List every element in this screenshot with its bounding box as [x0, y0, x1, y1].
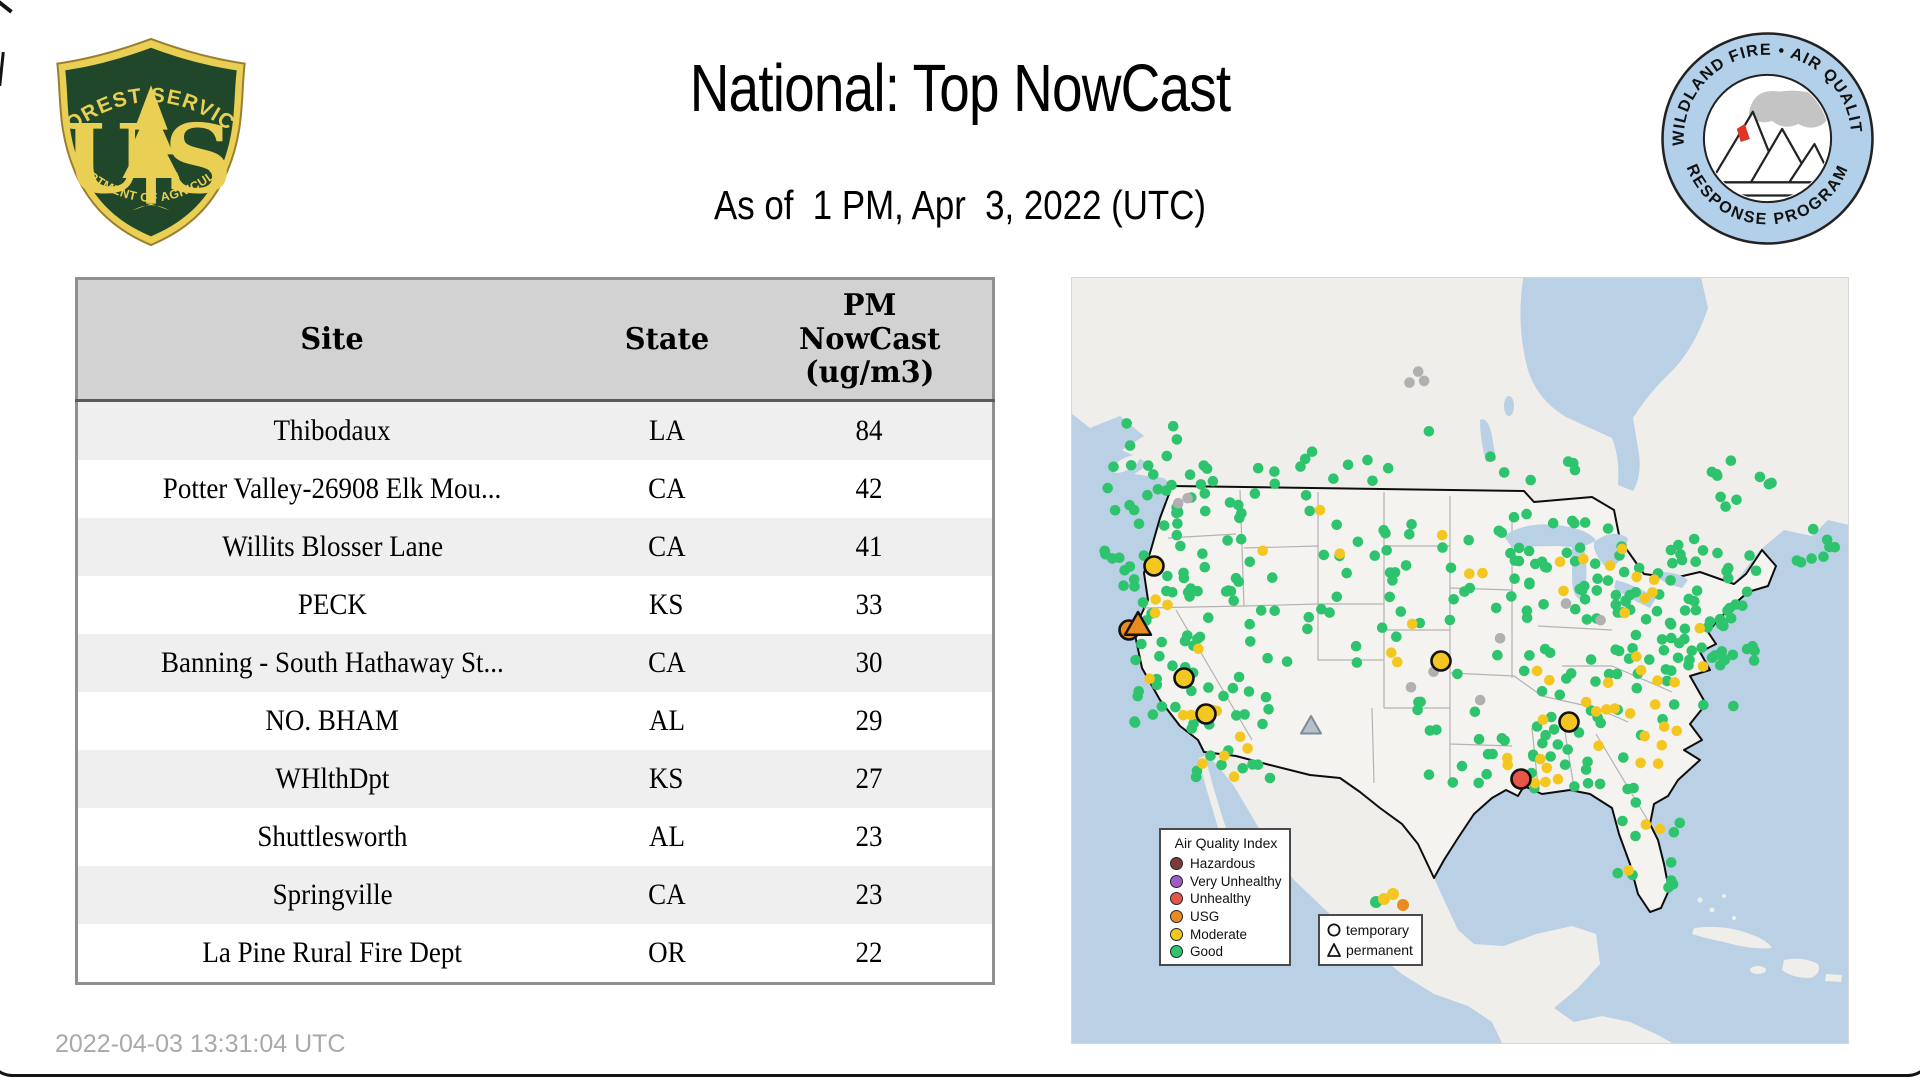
legend-item: Good	[1170, 943, 1282, 961]
legend-item-label: Unhealthy	[1190, 891, 1251, 907]
col-header-pm-nowcast: PM NowCast (ug/m3)	[746, 278, 994, 402]
value-cell: 33	[746, 576, 994, 634]
moderate-dot-icon	[1170, 927, 1183, 941]
forest-service-shield-icon: FOREST SERVICE DEPARTMENT OF AGRICULTURE…	[40, 18, 246, 247]
moderate-temporary-marker	[1173, 667, 1195, 689]
site-cell: PECK	[76, 576, 587, 634]
value-cell: 84	[746, 400, 994, 460]
page-subtitle: As of 1 PM, Apr 3, 2022 (UTC)	[714, 182, 1206, 228]
hazardous-dot-icon	[1170, 857, 1183, 871]
top-nowcast-table: Site State PM NowCast (ug/m3) Thibodaux L…	[75, 277, 995, 985]
state-cell: KS	[586, 576, 747, 634]
wfaqrp-logo: WILDLAND FIRE • AIR QUALITY RESPONSE PRO…	[1654, 17, 1875, 246]
col-header-state: State	[586, 278, 747, 402]
table-row: Banning - South Hathaway St... CA 30	[76, 634, 994, 692]
value-cell: 23	[746, 866, 994, 924]
permanent-triangle-icon	[1327, 943, 1341, 957]
legend-item: Unhealthy	[1170, 890, 1282, 908]
value-cell: 22	[746, 924, 994, 984]
legend-item-label: Very Unhealthy	[1190, 873, 1282, 889]
aqi-legend: Air Quality Index Hazardous Very Unhealth…	[1159, 828, 1291, 966]
moderate-temporary-marker	[1195, 703, 1217, 725]
table-row: WHlthDpt KS 27	[76, 750, 994, 808]
state-cell: AL	[586, 692, 747, 750]
unhealthy-dot-icon	[1170, 892, 1183, 906]
legend-item-label: Moderate	[1190, 926, 1248, 942]
col-header-site: Site	[76, 278, 587, 402]
svg-text:S: S	[164, 104, 232, 215]
temporary-circle-icon	[1327, 923, 1341, 937]
jamaica	[1750, 966, 1766, 974]
aqi-legend-title: Air Quality Index	[1174, 835, 1278, 851]
permanent-label: permanent	[1346, 942, 1413, 958]
air-quality-map: Air Quality Index Hazardous Very Unhealth…	[1071, 277, 1849, 1044]
legend-item: USG	[1170, 908, 1282, 926]
value-cell: 23	[746, 808, 994, 866]
site-cell: La Pine Rural Fire Dept	[76, 924, 587, 984]
site-cell: Potter Valley-26908 Elk Mou...	[76, 460, 587, 518]
puerto-rico	[1825, 974, 1842, 982]
state-cell: LA	[586, 400, 747, 460]
table-row: Shuttlesworth AL 23	[76, 808, 994, 866]
legend-item-label: Hazardous	[1190, 856, 1256, 872]
moderate-temporary-marker	[1143, 555, 1165, 577]
table-row: Thibodaux LA 84	[76, 400, 994, 460]
table-header-row: Site State PM NowCast (ug/m3)	[76, 278, 994, 402]
page-title: National: Top NowCast	[689, 51, 1231, 126]
frame-edge-mark	[0, 51, 5, 87]
table-row: PECK KS 33	[76, 576, 994, 634]
value-cell: 42	[746, 460, 994, 518]
state-cell: CA	[586, 518, 747, 576]
legend-item: Moderate	[1170, 925, 1282, 943]
legend-item-label: Good	[1190, 944, 1224, 960]
legend-item: Very Unhealthy	[1170, 873, 1282, 891]
legend-item: Hazardous	[1170, 855, 1282, 873]
value-cell: 41	[746, 518, 994, 576]
shape-legend: temporary permanent	[1318, 914, 1423, 966]
moderate-temporary-marker	[1558, 711, 1580, 733]
image-frame-border	[0, 1030, 1920, 1077]
site-cell: WHlthDpt	[76, 750, 587, 808]
table-row: NO. BHAM AL 29	[76, 692, 994, 750]
temporary-label: temporary	[1346, 922, 1410, 938]
good-dot-icon	[1170, 945, 1183, 959]
moderate-temporary-marker	[1430, 650, 1452, 672]
frame-corner-mark	[0, 0, 13, 14]
site-cell: Banning - South Hathaway St...	[76, 634, 587, 692]
table-row: Springville CA 23	[76, 866, 994, 924]
legend-item-label: USG	[1190, 909, 1220, 925]
wfaqrp-seal-icon: WILDLAND FIRE • AIR QUALITY RESPONSE PRO…	[1654, 17, 1874, 245]
unhealthy-temporary-marker	[1510, 768, 1532, 790]
table-row: Potter Valley-26908 Elk Mou... CA 42	[76, 460, 994, 518]
state-cell: KS	[586, 750, 747, 808]
state-cell: CA	[586, 634, 747, 692]
site-cell: Shuttlesworth	[76, 808, 587, 866]
value-cell: 27	[746, 750, 994, 808]
site-cell: NO. BHAM	[76, 692, 587, 750]
table-row: Willits Blosser Lane CA 41	[76, 518, 994, 576]
site-cell: Springville	[76, 866, 587, 924]
very_unhealthy-dot-icon	[1170, 874, 1183, 888]
state-cell: CA	[586, 460, 747, 518]
table-row: La Pine Rural Fire Dept OR 22	[76, 924, 994, 984]
site-cell: Thibodaux	[76, 400, 587, 460]
site-cell: Willits Blosser Lane	[76, 518, 587, 576]
value-cell: 30	[746, 634, 994, 692]
forest-service-logo: FOREST SERVICE DEPARTMENT OF AGRICULTURE…	[40, 18, 257, 248]
state-cell: CA	[586, 866, 747, 924]
value-cell: 29	[746, 692, 994, 750]
usg-dot-icon	[1170, 910, 1183, 924]
state-cell: OR	[586, 924, 747, 984]
state-cell: AL	[586, 808, 747, 866]
